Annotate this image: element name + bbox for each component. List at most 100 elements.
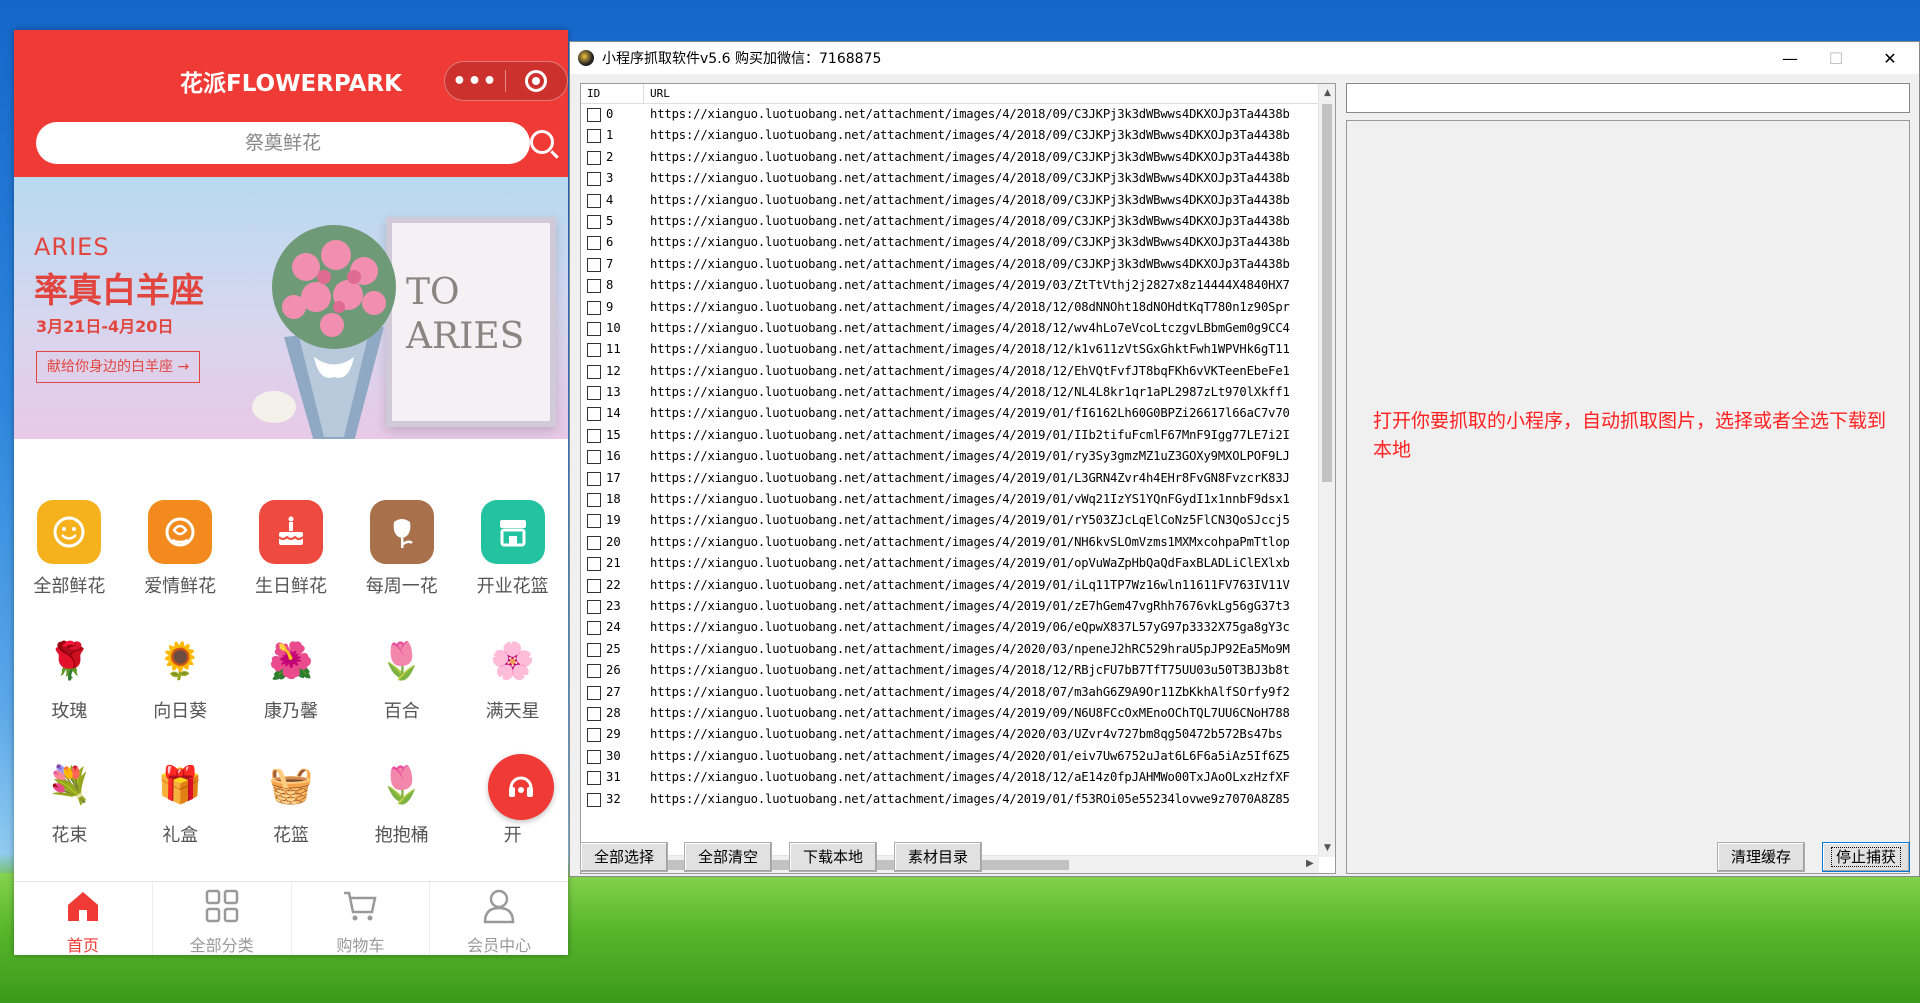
list-row[interactable]: 31 https://xianguo.luotuobang.net/attachm… [581, 767, 1319, 788]
category-hug-bucket[interactable]: 🌷 抱抱桶 [346, 757, 457, 847]
list-row[interactable]: 2 https://xianguo.luotuobang.net/attachme… [581, 147, 1319, 168]
minimize-button[interactable]: — [1767, 42, 1813, 74]
list-row[interactable]: 30 https://xianguo.luotuobang.net/attachm… [581, 746, 1319, 767]
row-checkbox[interactable] [587, 749, 601, 764]
category-sunflower[interactable]: 🌻 向日葵 [125, 633, 236, 723]
row-checkbox[interactable] [587, 343, 601, 358]
row-checkbox[interactable] [587, 193, 601, 208]
list-row[interactable]: 19 https://xianguo.luotuobang.net/attachm… [581, 510, 1319, 531]
url-input[interactable] [1346, 83, 1910, 113]
more-icon[interactable]: ••• [445, 69, 505, 94]
category-love-flowers[interactable]: 爱情鲜花 [125, 500, 236, 598]
row-checkbox[interactable] [587, 493, 601, 508]
category-gift-box[interactable]: 🎁 礼盒 [125, 757, 236, 847]
category-weekly-flower[interactable]: 每周一花 [346, 500, 457, 598]
scroll-up-icon[interactable]: ▲ [1319, 88, 1335, 98]
tab-all-categories[interactable]: 全部分类 [153, 882, 292, 955]
list-row[interactable]: 16 https://xianguo.luotuobang.net/attachm… [581, 446, 1319, 467]
list-row[interactable]: 26 https://xianguo.luotuobang.net/attachm… [581, 660, 1319, 681]
row-checkbox[interactable] [587, 685, 601, 700]
banner-button[interactable]: 献给你身边的白羊座 → [36, 351, 201, 383]
row-checkbox[interactable] [587, 129, 601, 144]
row-checkbox[interactable] [587, 621, 601, 636]
list-row[interactable]: 22 https://xianguo.luotuobang.net/attachm… [581, 575, 1319, 596]
category-birthday-flowers[interactable]: 生日鲜花 [236, 500, 347, 598]
list-row[interactable]: 6 https://xianguo.luotuobang.net/attachme… [581, 232, 1319, 253]
row-checkbox[interactable] [587, 236, 601, 251]
search-input[interactable]: 祭奠鲜花 [36, 122, 530, 164]
list-row[interactable]: 14 https://xianguo.luotuobang.net/attachm… [581, 403, 1319, 424]
list-row[interactable]: 11 https://xianguo.luotuobang.net/attachm… [581, 339, 1319, 360]
close-mini-program-icon[interactable] [506, 70, 566, 92]
row-checkbox[interactable] [587, 321, 601, 336]
category-lily[interactable]: 🌷 百合 [346, 633, 457, 723]
row-checkbox[interactable] [587, 108, 601, 122]
category-flower-basket[interactable]: 🧺 花篮 [236, 757, 347, 847]
promo-banner[interactable]: ARIES 率真白羊座 3月21日-4月20日 献给你身边的白羊座 → TO A… [14, 177, 568, 439]
row-checkbox[interactable] [587, 557, 601, 572]
row-checkbox[interactable] [587, 599, 601, 614]
row-checkbox[interactable] [587, 428, 601, 443]
list-row[interactable]: 20 https://xianguo.luotuobang.net/attachm… [581, 532, 1319, 553]
row-checkbox[interactable] [587, 172, 601, 187]
tab-cart[interactable]: 购物车 [292, 882, 431, 955]
list-row[interactable]: 8 https://xianguo.luotuobang.net/attachme… [581, 275, 1319, 296]
scroll-down-icon[interactable]: ▼ [1319, 843, 1335, 853]
row-checkbox[interactable] [587, 150, 601, 165]
list-row[interactable]: 7 https://xianguo.luotuobang.net/attachme… [581, 254, 1319, 275]
scrollbar-thumb[interactable] [1322, 104, 1332, 482]
download-local-button[interactable]: 下载本地 [789, 842, 877, 872]
column-divider[interactable] [643, 84, 644, 104]
row-checkbox[interactable] [587, 386, 601, 401]
row-checkbox[interactable] [587, 471, 601, 486]
category-all-flowers[interactable]: 全部鲜花 [14, 500, 125, 598]
list-row[interactable]: 3 https://xianguo.luotuobang.net/attachme… [581, 168, 1319, 189]
category-rose[interactable]: 🌹 玫瑰 [14, 633, 125, 723]
list-row[interactable]: 17 https://xianguo.luotuobang.net/attachm… [581, 468, 1319, 489]
list-row[interactable]: 27 https://xianguo.luotuobang.net/attachm… [581, 682, 1319, 703]
search-icon[interactable] [530, 130, 554, 154]
list-row[interactable]: 1 https://xianguo.luotuobang.net/attachme… [581, 125, 1319, 146]
row-checkbox[interactable] [587, 257, 601, 272]
list-row[interactable]: 13 https://xianguo.luotuobang.net/attachm… [581, 382, 1319, 403]
tab-home[interactable]: 首页 [14, 882, 153, 955]
list-row[interactable]: 18 https://xianguo.luotuobang.net/attachm… [581, 489, 1319, 510]
row-checkbox[interactable] [587, 450, 601, 465]
row-checkbox[interactable] [587, 706, 601, 721]
list-row[interactable]: 15 https://xianguo.luotuobang.net/attachm… [581, 425, 1319, 446]
row-checkbox[interactable] [587, 535, 601, 550]
clear-cache-button[interactable]: 清理缓存 [1717, 842, 1805, 872]
list-row[interactable]: 24 https://xianguo.luotuobang.net/attachm… [581, 617, 1319, 638]
list-row[interactable]: 32 https://xianguo.luotuobang.net/attachm… [581, 789, 1319, 810]
row-checkbox[interactable] [587, 642, 601, 657]
scroll-right-icon[interactable]: ▶ [1306, 858, 1314, 869]
category-carnation[interactable]: 🌺 康乃馨 [236, 633, 347, 723]
list-row[interactable]: 4 https://xianguo.luotuobang.net/attachme… [581, 190, 1319, 211]
list-row[interactable]: 12 https://xianguo.luotuobang.net/attachm… [581, 361, 1319, 382]
list-row[interactable]: 9 https://xianguo.luotuobang.net/attachme… [581, 297, 1319, 318]
row-checkbox[interactable] [587, 279, 601, 294]
row-checkbox[interactable] [587, 771, 601, 786]
stop-capture-button[interactable]: 停止捕获 [1822, 842, 1910, 872]
row-checkbox[interactable] [587, 364, 601, 379]
list-row[interactable]: 0 https://xianguo.luotuobang.net/attachme… [581, 104, 1319, 125]
column-header-url[interactable]: URL [650, 87, 670, 100]
list-row[interactable]: 23 https://xianguo.luotuobang.net/attachm… [581, 596, 1319, 617]
close-button[interactable]: ✕ [1867, 42, 1913, 74]
list-row[interactable]: 5 https://xianguo.luotuobang.net/attachme… [581, 211, 1319, 232]
url-list-view[interactable]: ID URL 0 https://xianguo.luotuobang.net/a… [580, 83, 1336, 874]
list-row[interactable]: 21 https://xianguo.luotuobang.net/attachm… [581, 553, 1319, 574]
row-checkbox[interactable] [587, 792, 601, 807]
row-checkbox[interactable] [587, 578, 601, 593]
category-babys-breath[interactable]: 🌸 满天星 [457, 633, 568, 723]
select-all-button[interactable]: 全部选择 [580, 842, 668, 872]
list-row[interactable]: 29 https://xianguo.luotuobang.net/attachm… [581, 724, 1319, 745]
row-checkbox[interactable] [587, 728, 601, 743]
clear-all-button[interactable]: 全部清空 [684, 842, 772, 872]
category-bouquet[interactable]: 💐 花束 [14, 757, 125, 847]
material-directory-button[interactable]: 素材目录 [894, 842, 982, 872]
row-checkbox[interactable] [587, 514, 601, 529]
vertical-scrollbar[interactable]: ▲ ▼ [1318, 84, 1335, 857]
tab-member-center[interactable]: 会员中心 [430, 882, 568, 955]
window-titlebar[interactable]: 小程序抓取软件v5.6 购买加微信：7168875 — ☐ ✕ [570, 42, 1919, 74]
